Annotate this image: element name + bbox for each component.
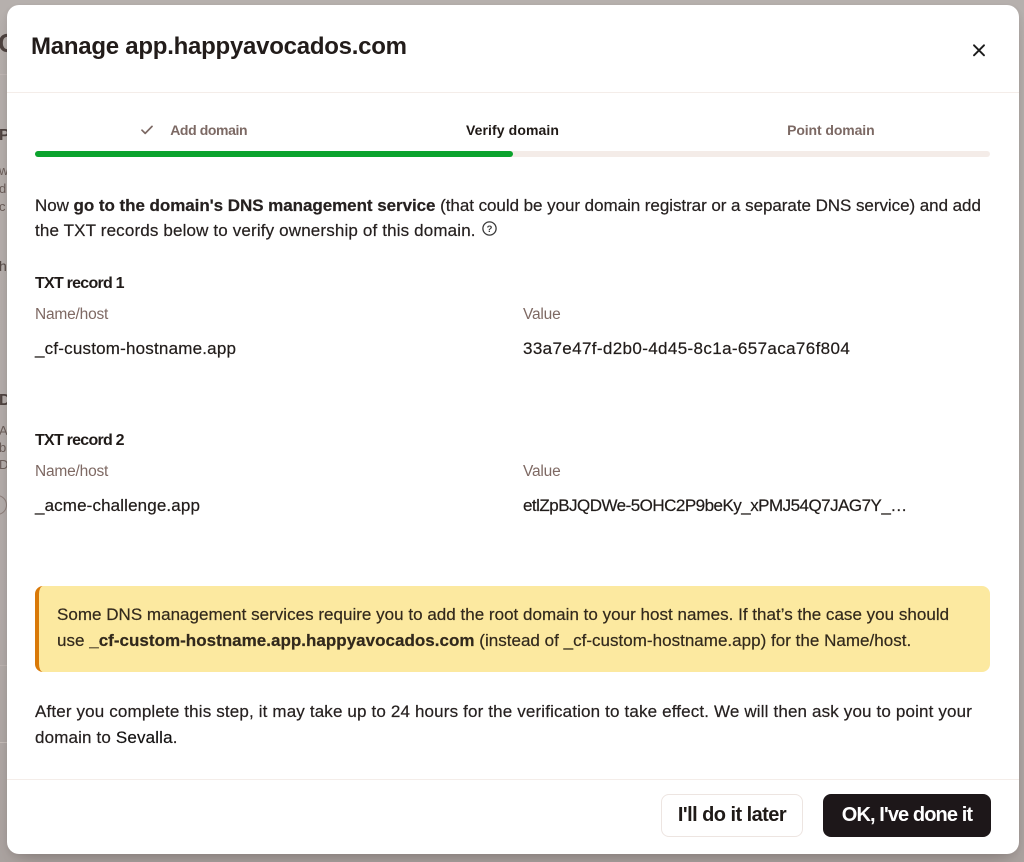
svg-text:?: ? [486,223,492,234]
